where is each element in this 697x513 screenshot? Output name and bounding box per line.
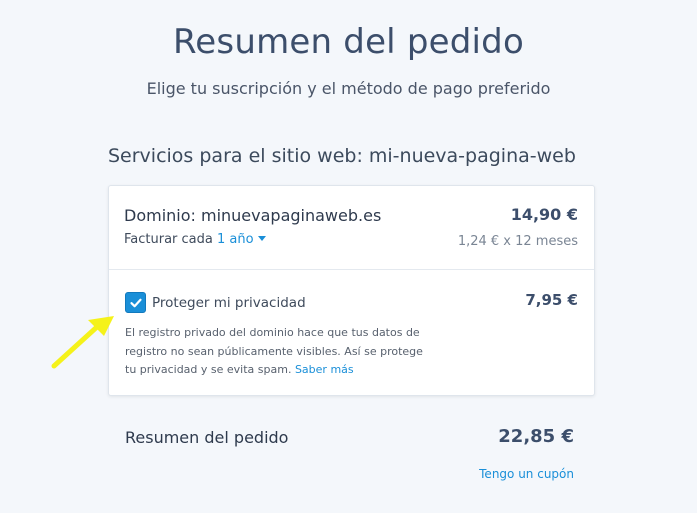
services-title: Servicios para el sitio web: mi-nueva-pa…	[108, 145, 576, 167]
domain-price: 14,90 €	[510, 205, 578, 224]
billing-period-label: 1 año	[217, 232, 254, 247]
summary-label: Resumen del pedido	[125, 428, 289, 447]
summary-total: 22,85 €	[498, 426, 574, 447]
privacy-price: 7,95 €	[525, 291, 578, 309]
billing-period-dropdown[interactable]: 1 año	[217, 232, 266, 247]
privacy-description: El registro privado del dominio hace que…	[125, 324, 430, 380]
arrow-icon	[51, 316, 114, 369]
learn-more-link[interactable]: Saber más	[295, 363, 354, 376]
domain-label: Dominio: minuevapaginaweb.es	[124, 206, 382, 225]
coupon-link[interactable]: Tengo un cupón	[479, 467, 574, 481]
page-subtitle: Elige tu suscripción y el método de pago…	[146, 79, 551, 98]
privacy-checkbox[interactable]	[125, 292, 146, 313]
domain-price-detail: 1,24 € x 12 meses	[457, 234, 578, 249]
card-divider	[109, 269, 594, 270]
services-card: Dominio: minuevapaginaweb.es Facturar ca…	[108, 185, 595, 396]
check-icon	[130, 298, 142, 308]
page-title: Resumen del pedido	[173, 22, 524, 62]
billing-prefix: Facturar cada	[124, 232, 213, 247]
billing-row: Facturar cada 1 año	[124, 232, 266, 247]
privacy-label[interactable]: Proteger mi privacidad	[152, 295, 306, 311]
caret-down-icon	[257, 236, 266, 241]
privacy-description-text: El registro privado del dominio hace que…	[125, 326, 423, 376]
